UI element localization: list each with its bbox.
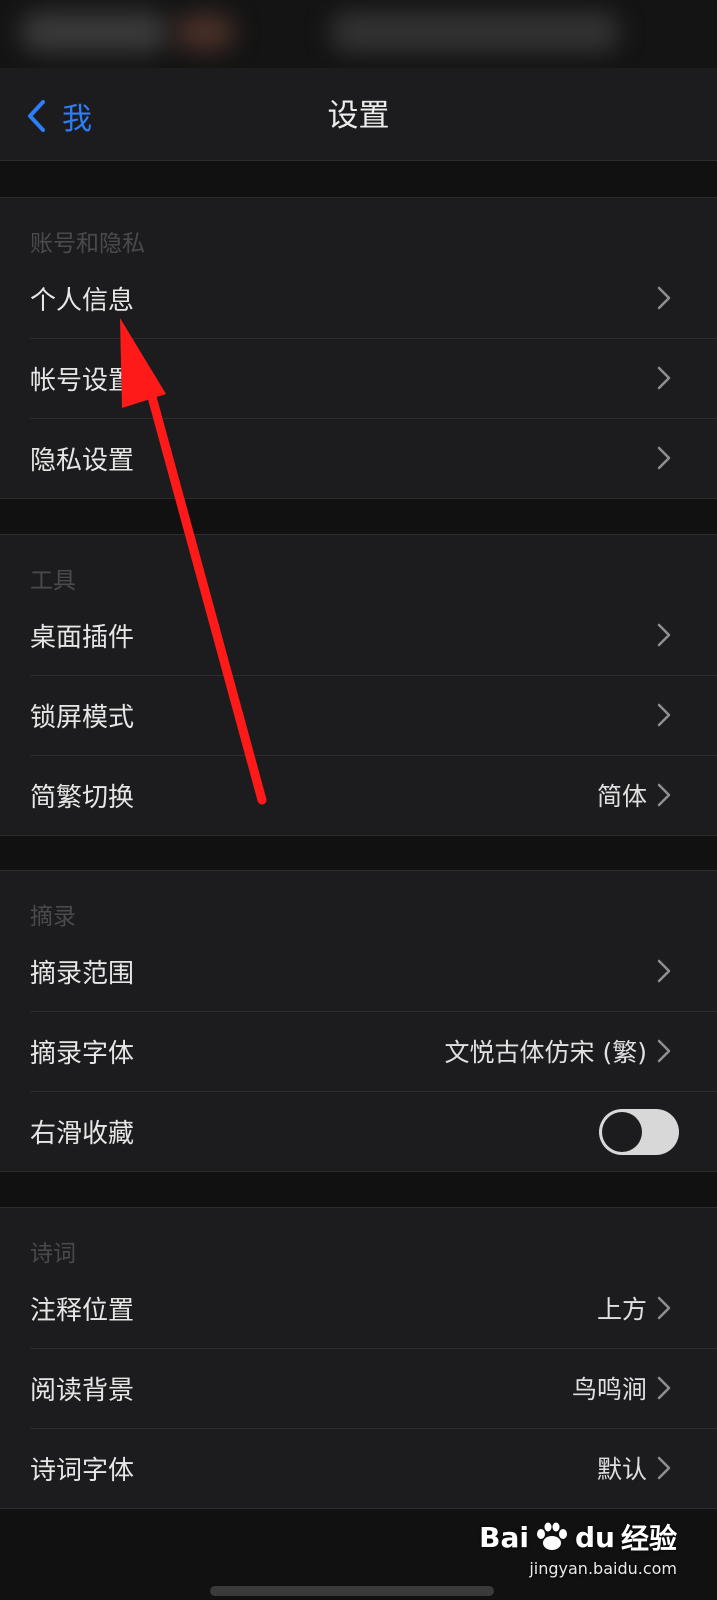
group-tools: 工具 桌面插件 锁屏模式 简繁切换 简体 — [0, 534, 717, 836]
chevron-right-icon — [657, 1296, 671, 1320]
row-label: 注释位置 — [30, 1295, 135, 1326]
blurred-status-left — [20, 12, 170, 52]
chevron-right-icon — [657, 959, 671, 983]
group-header: 工具 — [30, 568, 76, 594]
row-excerpt-range[interactable]: 摘录范围 — [0, 931, 717, 1011]
row-label: 摘录范围 — [30, 958, 135, 989]
watermark-brand-mid: du — [575, 1520, 615, 1554]
blurred-status-dot — [175, 14, 235, 50]
page-title: 设置 — [327, 98, 390, 134]
home-indicator — [210, 1586, 494, 1596]
group-header: 诗词 — [30, 1241, 76, 1267]
row-label: 简繁切换 — [30, 782, 135, 813]
row-personal-info[interactable]: 个人信息 — [0, 258, 717, 338]
group-excerpt: 摘录 摘录范围 摘录字体 文悦古体仿宋 (繁) 右滑收藏 — [0, 870, 717, 1172]
row-value: 简体 — [596, 782, 647, 811]
chevron-right-icon — [657, 623, 671, 647]
row-reading-background[interactable]: 阅读背景 鸟鸣涧 — [0, 1348, 717, 1428]
row-value: 鸟鸣涧 — [571, 1375, 647, 1404]
watermark-brand-right: 经验 — [620, 1522, 677, 1555]
row-poetry-font[interactable]: 诗词字体 默认 — [0, 1428, 717, 1508]
row-label: 隐私设置 — [30, 445, 135, 476]
row-value: 文悦古体仿宋 (繁) — [444, 1038, 647, 1067]
group-header: 摘录 — [30, 904, 76, 930]
row-label: 诗词字体 — [30, 1455, 135, 1486]
paw-icon — [537, 1522, 567, 1550]
row-desktop-widget[interactable]: 桌面插件 — [0, 595, 717, 675]
baidu-jingyan-watermark: Bai du 经验 jingyan.baidu.com — [479, 1517, 677, 1579]
row-privacy-settings[interactable]: 隐私设置 — [0, 418, 717, 498]
row-value: 上方 — [596, 1295, 647, 1324]
row-label: 右滑收藏 — [30, 1118, 135, 1149]
chevron-right-icon — [657, 1456, 671, 1480]
chevron-right-icon — [657, 703, 671, 727]
group-header: 账号和隐私 — [30, 231, 145, 257]
toggle-knob — [602, 1112, 642, 1152]
chevron-right-icon — [657, 1039, 671, 1063]
row-label: 个人信息 — [30, 285, 135, 316]
row-label: 帐号设置 — [30, 365, 135, 396]
watermark-url: jingyan.baidu.com — [529, 1559, 677, 1578]
row-simplified-traditional[interactable]: 简繁切换 简体 — [0, 755, 717, 835]
chevron-right-icon — [657, 446, 671, 470]
row-annotation-position[interactable]: 注释位置 上方 — [0, 1268, 717, 1348]
row-swipe-right-favorite: 右滑收藏 — [0, 1091, 717, 1171]
chevron-right-icon — [657, 783, 671, 807]
group-poetry: 诗词 注释位置 上方 阅读背景 鸟鸣涧 诗词字体 默认 — [0, 1207, 717, 1509]
row-account-settings[interactable]: 帐号设置 — [0, 338, 717, 418]
status-bar — [0, 0, 717, 68]
row-value: 默认 — [596, 1455, 647, 1484]
chevron-right-icon — [657, 286, 671, 310]
chevron-right-icon — [657, 1376, 671, 1400]
group-account-privacy: 账号和隐私 个人信息 帐号设置 隐私设置 — [0, 197, 717, 499]
chevron-right-icon — [657, 366, 671, 390]
row-label: 摘录字体 — [30, 1038, 135, 1069]
row-label: 阅读背景 — [30, 1375, 135, 1406]
navigation-bar: 我 设置 — [0, 68, 717, 161]
row-label: 桌面插件 — [30, 622, 135, 653]
row-excerpt-font[interactable]: 摘录字体 文悦古体仿宋 (繁) — [0, 1011, 717, 1091]
row-label: 锁屏模式 — [30, 702, 135, 733]
row-lock-screen-mode[interactable]: 锁屏模式 — [0, 675, 717, 755]
blurred-status-right — [330, 12, 620, 52]
swipe-favorite-toggle[interactable] — [599, 1109, 679, 1155]
watermark-brand-left: Bai — [479, 1520, 529, 1554]
